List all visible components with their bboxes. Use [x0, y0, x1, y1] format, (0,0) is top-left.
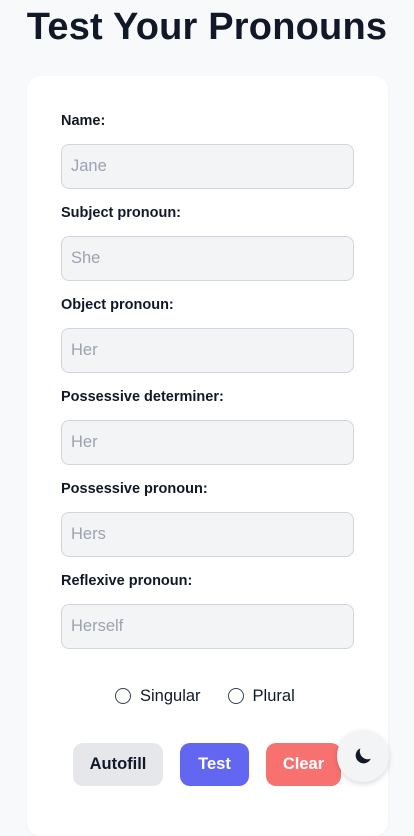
object-pronoun-label: Object pronoun:: [61, 297, 174, 313]
clear-button[interactable]: Clear: [266, 743, 341, 786]
subject-pronoun-label: Subject pronoun:: [61, 205, 182, 221]
reflexive-pronoun-label: Reflexive pronoun:: [61, 573, 193, 589]
moon-icon: [355, 748, 371, 764]
possessive-pronoun-label: Possessive pronoun:: [61, 481, 208, 497]
singular-option[interactable]: Singular: [115, 687, 201, 706]
object-pronoun-input[interactable]: [61, 328, 354, 373]
singular-label: Singular: [140, 686, 201, 705]
plural-option[interactable]: Plural: [227, 686, 295, 706]
singular-radio[interactable]: [115, 688, 131, 704]
reflexive-pronoun-input[interactable]: [61, 604, 354, 649]
name-input[interactable]: [61, 144, 354, 189]
autofill-button[interactable]: Autofill: [73, 743, 163, 786]
possessive-determiner-input[interactable]: [61, 420, 354, 465]
possessive-pronoun-input[interactable]: [61, 512, 354, 557]
page-title: Test Your Pronouns: [26, 6, 388, 48]
plural-radio[interactable]: [227, 688, 244, 704]
possessive-determiner-label: Possessive determiner:: [61, 389, 224, 405]
subject-pronoun-input[interactable]: [61, 236, 354, 281]
test-button[interactable]: Test: [180, 743, 249, 786]
number-radio-group: Singular Plural: [115, 684, 295, 708]
name-label: Name:: [61, 113, 106, 129]
theme-toggle-button[interactable]: [337, 730, 389, 782]
plural-label: Plural: [252, 686, 295, 705]
